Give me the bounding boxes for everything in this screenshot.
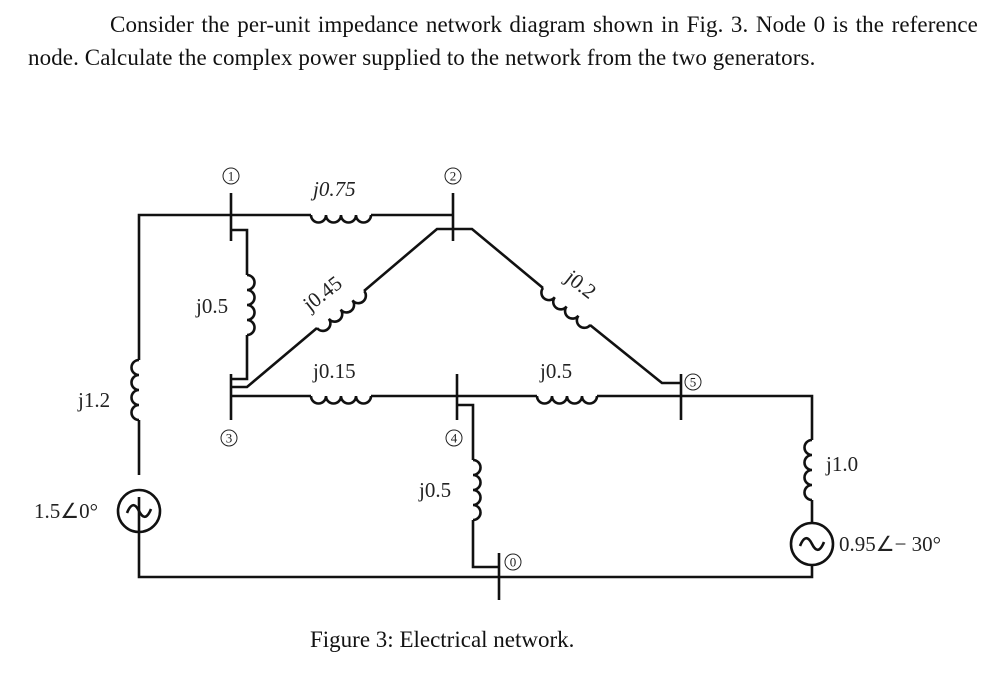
wire-gen1-to-bus1 — [137, 213, 311, 360]
label-gen1-voltage: 1.5∠0° — [34, 499, 98, 523]
inductor-j1.2 — [130, 358, 140, 422]
label-j0.5-45: j0.5 — [539, 359, 572, 383]
node-label-2: 2 — [444, 167, 462, 185]
inductor-j0.5-13 — [246, 273, 256, 337]
node-label-5: 5 — [684, 373, 702, 391]
figure-caption: Figure 3: Electrical network. — [310, 627, 575, 652]
wire-bus1-down — [231, 228, 249, 275]
wire-bus2-diag — [453, 227, 544, 289]
circuit-diagram: 1 2 3 4 5 0 j0.75 j0.5 j0.45 j0.2 j0.15 … — [34, 167, 941, 600]
svg-text:0: 0 — [510, 555, 517, 570]
node-label-1: 1 — [222, 167, 240, 185]
svg-text:2: 2 — [450, 169, 457, 184]
node-label-0: 0 — [504, 553, 522, 571]
label-j1.2: j1.2 — [77, 388, 110, 412]
node-label-3: 3 — [220, 429, 238, 447]
label-j0.75: j0.75 — [310, 177, 356, 201]
wire-ground-return — [137, 497, 814, 579]
inductor-j0.75 — [309, 213, 373, 224]
svg-text:3: 3 — [226, 431, 233, 446]
wire-to-bus3 — [231, 335, 249, 381]
wire-diag-to-bus2 — [363, 227, 453, 292]
inductor-j0.5-40 — [472, 458, 482, 522]
wire-bus5-to-gen2 — [597, 394, 814, 440]
label-j0.5-40: j0.5 — [418, 478, 451, 502]
label-j0.15: j0.15 — [312, 359, 356, 383]
label-j0.45: j0.45 — [298, 271, 347, 317]
label-gen2-voltage: 0.95∠− 30° — [839, 532, 941, 556]
wire-to-bus0 — [471, 520, 499, 569]
wire-diag-to-bus5 — [589, 323, 681, 385]
inductor-j1.0 — [803, 438, 813, 502]
label-j1.0: j1.0 — [825, 452, 858, 476]
inductor-j0.15 — [309, 394, 373, 405]
label-j0.5-13: j0.5 — [195, 294, 228, 318]
svg-text:5: 5 — [690, 375, 697, 390]
svg-text:4: 4 — [451, 431, 458, 446]
svg-text:1: 1 — [228, 169, 235, 184]
node-label-4: 4 — [445, 429, 463, 447]
label-j0.2: j0.2 — [560, 264, 601, 303]
generator-2-icon — [789, 521, 835, 567]
inductor-j0.5-45 — [535, 394, 599, 405]
